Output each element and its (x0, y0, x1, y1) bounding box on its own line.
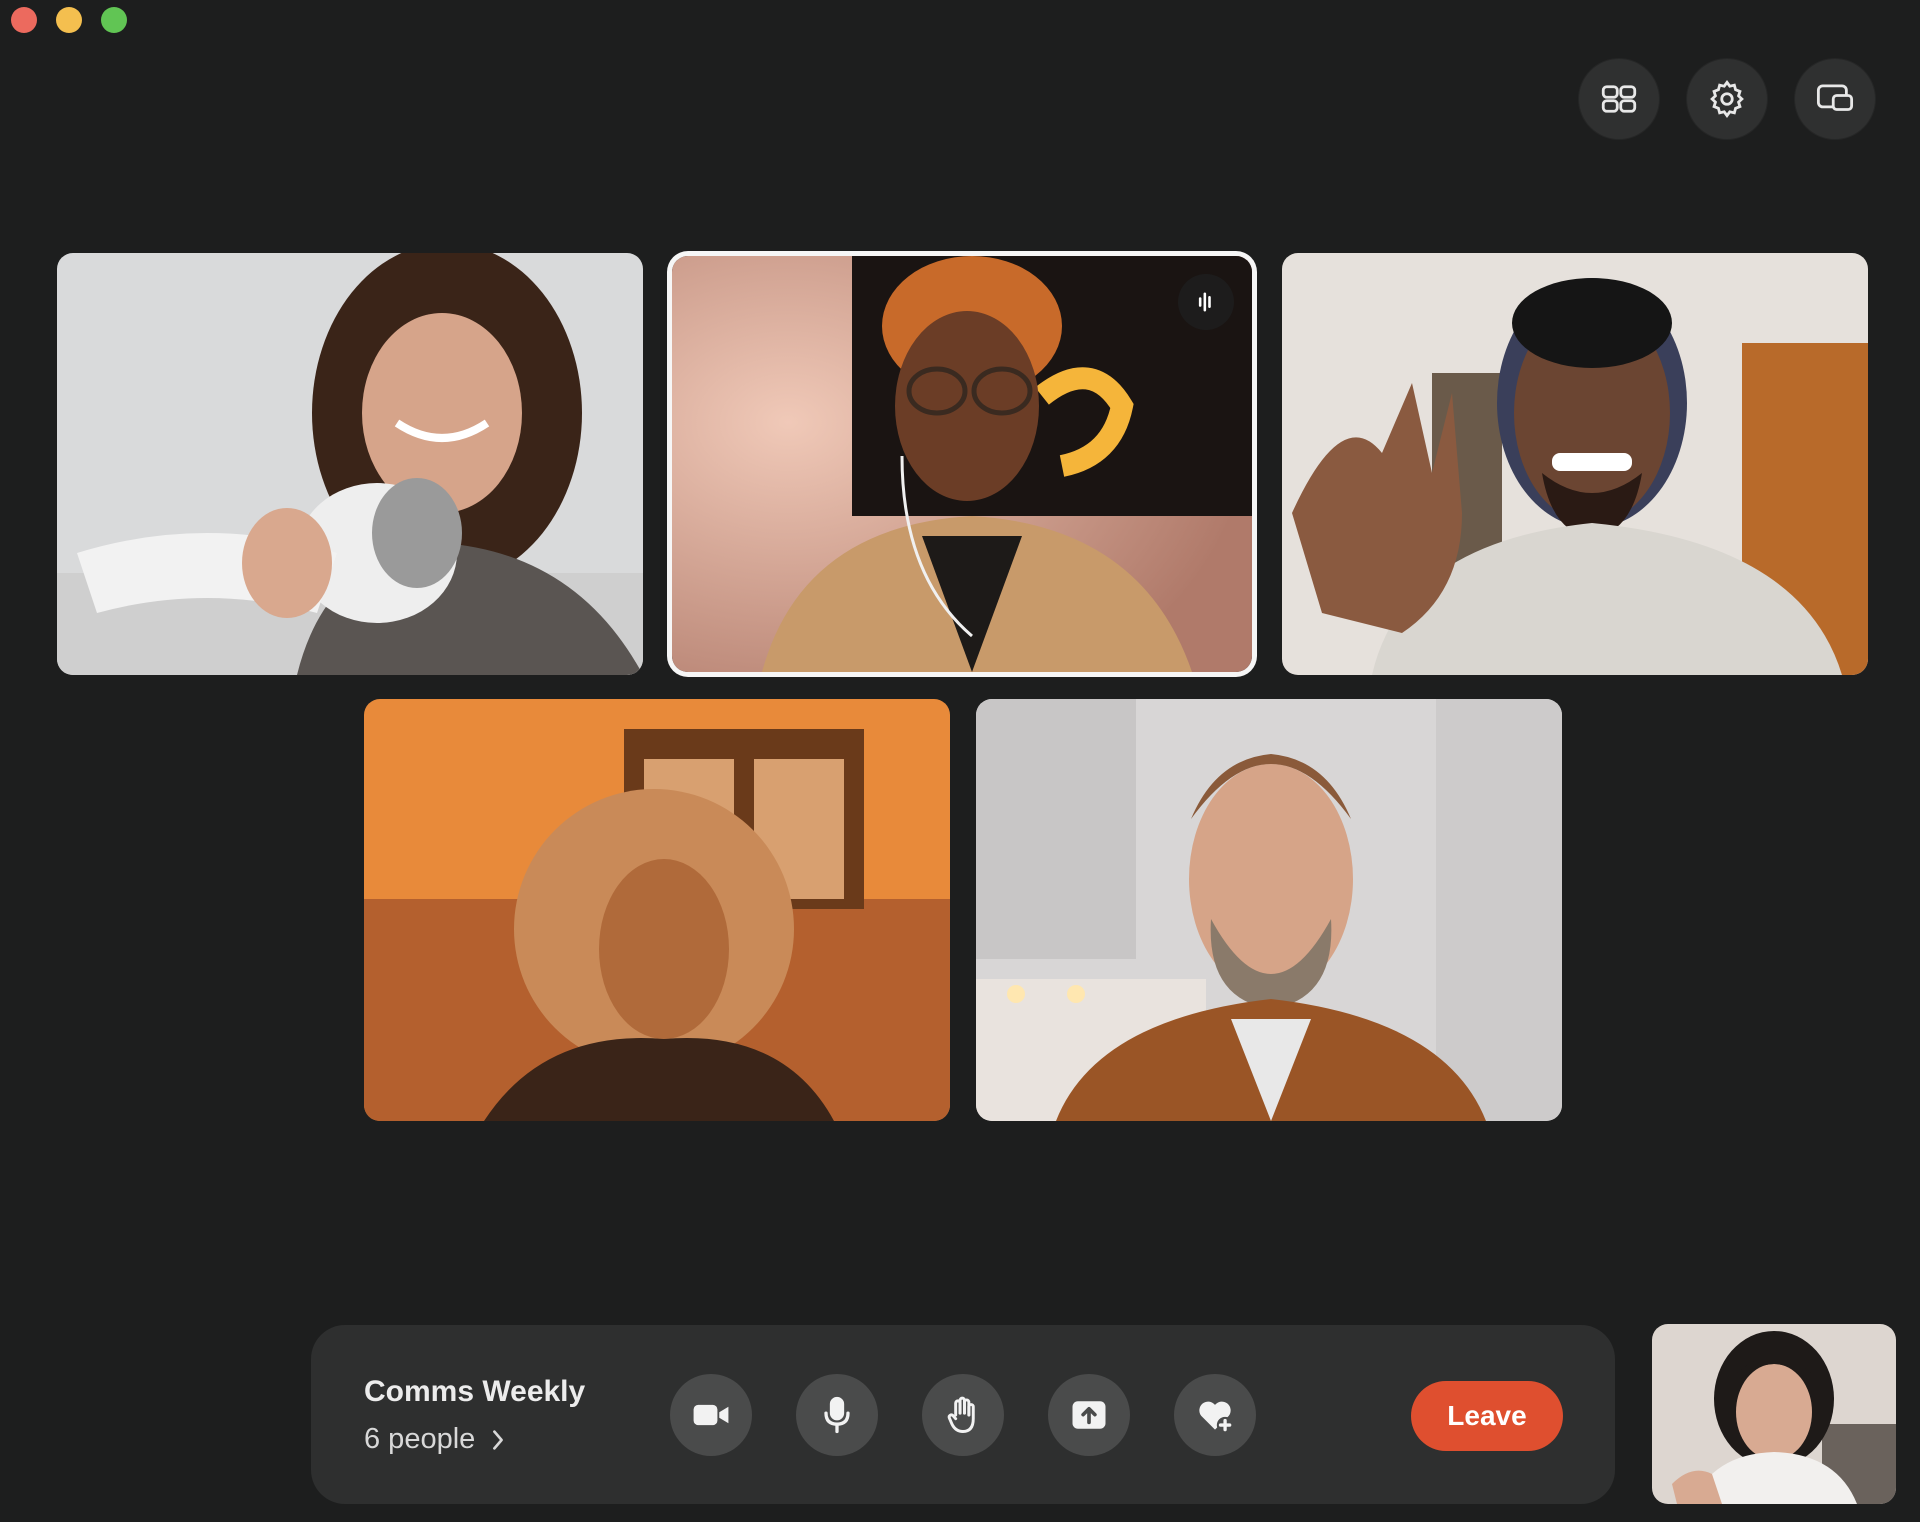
self-video (1652, 1324, 1896, 1504)
grid-layout-button[interactable] (1579, 59, 1659, 139)
gear-icon (1710, 79, 1744, 119)
grid-layout-icon (1601, 85, 1637, 113)
picture-in-picture-button[interactable] (1795, 59, 1875, 139)
participant-tile-4[interactable] (364, 699, 950, 1121)
video-camera-icon (693, 1404, 729, 1426)
participant-video-3 (1282, 253, 1868, 675)
window-controls (11, 7, 127, 33)
participant-video-1 (57, 253, 643, 675)
participant-tile-5[interactable] (976, 699, 1562, 1121)
participant-tile-3[interactable] (1282, 253, 1868, 675)
microphone-toggle-button[interactable] (796, 1374, 878, 1456)
microphone-icon (824, 1396, 850, 1434)
chevron-right-icon (493, 1429, 504, 1450)
close-window-button[interactable] (11, 7, 37, 33)
people-count: 6 people (364, 1423, 476, 1455)
participant-video-5 (976, 699, 1562, 1121)
audio-level-icon (1198, 292, 1211, 312)
participant-tile-1[interactable] (57, 253, 643, 675)
raise-hand-icon (947, 1396, 975, 1433)
picture-in-picture-icon (1816, 84, 1854, 111)
add-reaction-button[interactable] (1174, 1374, 1256, 1456)
participant-video-2 (672, 256, 1252, 672)
share-screen-icon (1072, 1401, 1106, 1429)
self-view-tile[interactable] (1652, 1324, 1896, 1504)
meeting-title: Comms Weekly (364, 1375, 586, 1408)
add-reaction-icon (1199, 1401, 1234, 1434)
camera-toggle-button[interactable] (670, 1374, 752, 1456)
settings-button[interactable] (1687, 59, 1767, 139)
participant-video-4 (364, 699, 950, 1121)
minimize-window-button[interactable] (56, 7, 82, 33)
share-screen-button[interactable] (1048, 1374, 1130, 1456)
participants-link[interactable]: 6 people (364, 1423, 507, 1456)
leave-button[interactable]: Leave (1411, 1381, 1563, 1451)
call-control-bar: Comms Weekly 6 people Leave (311, 1325, 1615, 1504)
zoom-window-button[interactable] (101, 7, 127, 33)
speaking-indicator (1178, 274, 1234, 330)
participant-tile-2[interactable] (672, 256, 1252, 672)
raise-hand-button[interactable] (922, 1374, 1004, 1456)
